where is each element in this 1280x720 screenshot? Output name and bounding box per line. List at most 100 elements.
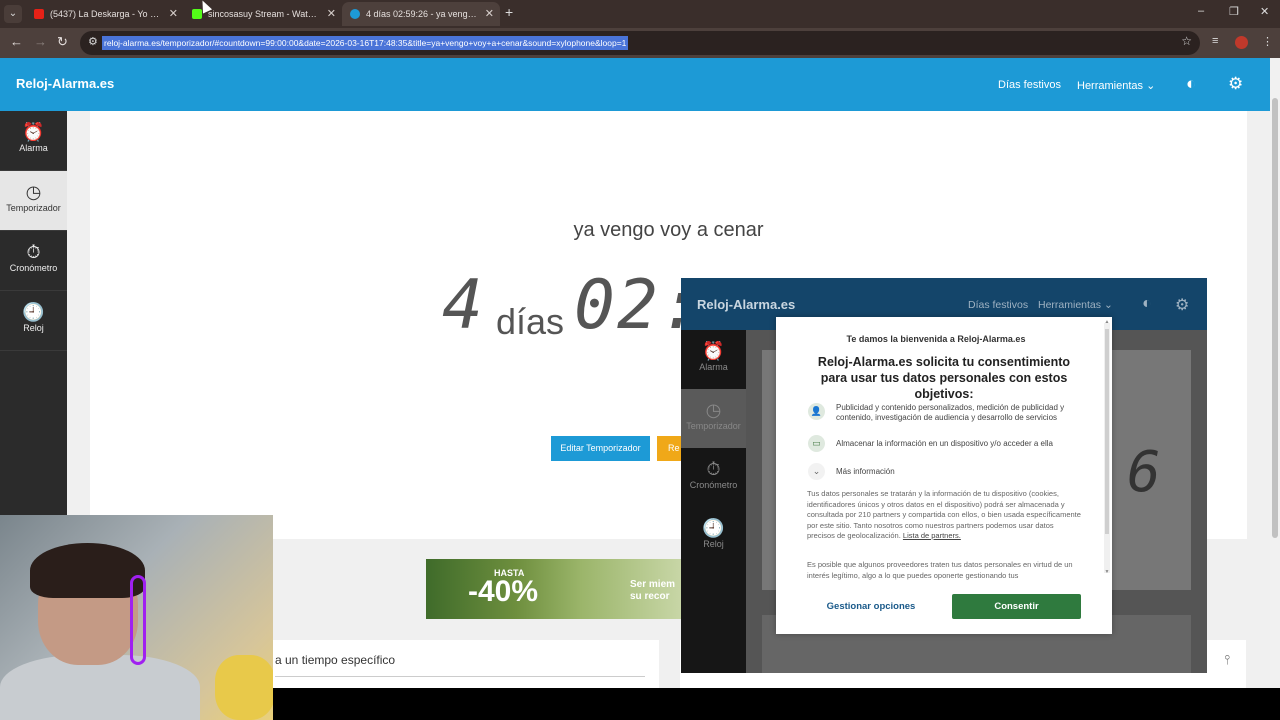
reading-list-icon[interactable]: ≡ bbox=[1212, 35, 1218, 47]
pip-nav-tools: Herramientas ⌄ bbox=[1038, 299, 1113, 311]
tab-search-icon[interactable]: ⌄ bbox=[4, 5, 22, 23]
specific-time-text: a un tiempo específico bbox=[275, 653, 396, 667]
pip-sidebar-item: ⏰ Alarma bbox=[681, 330, 746, 389]
clock-icon: 🕘 bbox=[702, 518, 725, 538]
sidebar-item-temporizador[interactable]: ◷ Temporizador bbox=[0, 171, 67, 231]
close-tab-icon[interactable]: ✕ bbox=[169, 2, 178, 26]
sidebar-item-cronometro[interactable]: ⏱ Cronómetro bbox=[0, 231, 67, 291]
consent-dialog: ▴ Te damos la bienvenida a Reloj-Alarma.… bbox=[776, 317, 1112, 634]
ad-promo-text: Ser miem su recor bbox=[630, 579, 675, 603]
sidebar-item-label: Cronómetro bbox=[9, 263, 58, 273]
webcam-background-object bbox=[215, 655, 273, 720]
edit-timer-button[interactable]: Editar Temporizador bbox=[551, 436, 650, 461]
browser-tab-active[interactable]: 4 días 02:59:26 - ya vengo voy ✕ bbox=[342, 2, 500, 26]
url-text[interactable]: reloj-alarma.es/temporizador/#countdown=… bbox=[102, 36, 629, 50]
more-info-link[interactable]: Más información bbox=[836, 467, 895, 476]
timer-title: ya vengo voy a cenar bbox=[573, 219, 764, 241]
sidebar-item-label: Temporizador bbox=[6, 203, 61, 213]
site-header: Reloj-Alarma.es Días festivos Herramient… bbox=[0, 58, 1270, 111]
stopwatch-icon: ⏱ bbox=[26, 242, 41, 262]
consent-welcome: Te damos la bienvenida a Reloj-Alarma.es bbox=[846, 334, 1026, 344]
ad-promo-line1: Ser miem bbox=[630, 579, 676, 590]
kick-favicon-icon bbox=[192, 9, 202, 19]
nav-tools-dropdown[interactable]: Herramientas ⌄ bbox=[1077, 79, 1155, 92]
ad-promo-line2: su recor bbox=[630, 591, 670, 602]
bookmark-star-icon[interactable]: ☆ bbox=[1181, 34, 1192, 48]
advertisement-banner[interactable]: HASTA -40% Ser miem su recor bbox=[426, 559, 684, 619]
theme-toggle-icon[interactable]: ◐ bbox=[1186, 74, 1196, 94]
tab-label: 4 días 02:59:26 - ya vengo voy bbox=[366, 9, 478, 19]
scroll-down-icon[interactable]: ▼ bbox=[1104, 569, 1110, 575]
page-scrollbar[interactable] bbox=[1270, 58, 1280, 688]
stopwatch-icon: ⏱ bbox=[706, 459, 721, 479]
timer-days-unit: días bbox=[496, 301, 565, 342]
consent-body-2: Es posible que algunos proveedores trate… bbox=[807, 560, 1073, 580]
clock-favicon-icon bbox=[350, 9, 360, 19]
scroll-up-icon[interactable]: ▲ bbox=[1104, 319, 1110, 325]
timer-icon: ◷ bbox=[705, 400, 722, 420]
headset-icon bbox=[130, 575, 146, 665]
browser-toolbar: ← → ↻ ⚙ reloj-alarma.es/temporizador/#co… bbox=[0, 28, 1280, 58]
nav-tools-label: Herramientas bbox=[1077, 80, 1144, 92]
timer-icon: ◷ bbox=[25, 182, 42, 202]
pip-sidebar-label: Cronómetro bbox=[689, 480, 738, 490]
close-tab-icon[interactable]: ✕ bbox=[485, 2, 494, 26]
sidebar-item-label: Alarma bbox=[19, 143, 48, 153]
person-icon: 👤 bbox=[808, 403, 825, 420]
consent-accept-button[interactable]: Consentir bbox=[952, 594, 1081, 619]
timer-days-value: 4 bbox=[442, 266, 485, 345]
gear-icon[interactable]: ⚙ bbox=[1228, 74, 1243, 94]
pip-gear-icon: ⚙ bbox=[1175, 297, 1190, 314]
close-window-button[interactable]: ✕ bbox=[1260, 5, 1269, 18]
divider bbox=[275, 676, 645, 677]
filter-settings-icon[interactable]: ⫯ bbox=[1224, 652, 1230, 668]
pip-theme-icon: ◐ bbox=[1142, 295, 1152, 312]
manage-options-button[interactable]: Gestionar opciones bbox=[816, 595, 926, 619]
webcam-overlay bbox=[0, 515, 273, 720]
address-bar[interactable]: ⚙ reloj-alarma.es/temporizador/#countdow… bbox=[80, 31, 1200, 55]
sidebar-item-alarma[interactable]: ⏰ Alarma bbox=[0, 111, 67, 171]
sidebar-item-reloj[interactable]: 🕘 Reloj bbox=[0, 291, 67, 351]
profile-avatar-icon[interactable] bbox=[1235, 36, 1248, 49]
consent-body: Tus datos personales se tratarán y la in… bbox=[807, 489, 1082, 542]
chevron-down-icon: ⌄ bbox=[1103, 299, 1113, 311]
site-logo[interactable]: Reloj-Alarma.es bbox=[16, 76, 114, 91]
consent-scroll-thumb[interactable] bbox=[1105, 329, 1109, 534]
sidebar-item-label: Reloj bbox=[23, 323, 44, 333]
back-arrow-icon[interactable]: ← bbox=[10, 34, 23, 49]
partners-list-link[interactable]: Lista de partners. bbox=[903, 531, 961, 540]
reload-icon[interactable]: ↻ bbox=[57, 34, 68, 50]
consent-title: Reloj-Alarma.es solicita tu consentimien… bbox=[817, 355, 1071, 401]
pip-site-logo: Reloj-Alarma.es bbox=[697, 297, 796, 312]
close-tab-icon[interactable]: ✕ bbox=[327, 2, 336, 26]
minimize-button[interactable]: – bbox=[1198, 5, 1204, 17]
clock-icon: 🕘 bbox=[22, 302, 45, 322]
forward-arrow-icon[interactable]: → bbox=[34, 34, 47, 49]
tab-label: (5437) La Deskarga - Yo y Tú (V bbox=[50, 9, 162, 19]
sidebar: ⏰ Alarma ◷ Temporizador ⏱ Cronómetro 🕘 R… bbox=[0, 111, 67, 516]
pip-sidebar: ⏰ Alarma ◷ Temporizador ⏱ Cronómetro 🕘 Reloj bbox=[681, 330, 746, 673]
browser-tab-youtube[interactable]: (5437) La Deskarga - Yo y Tú (V ✕ bbox=[26, 2, 184, 26]
menu-kebab-icon[interactable]: ⋮ bbox=[1262, 35, 1273, 48]
youtube-favicon-icon bbox=[34, 9, 44, 19]
device-icon: ▭ bbox=[808, 435, 825, 452]
new-tab-button[interactable]: + bbox=[505, 4, 513, 20]
consent-purpose: Publicidad y contenido personalizados, m… bbox=[836, 403, 1065, 422]
scrollbar-thumb[interactable] bbox=[1272, 98, 1278, 538]
bottom-black-bar bbox=[273, 688, 1280, 720]
pip-nav-holidays: Días festivos bbox=[968, 299, 1029, 311]
pip-sidebar-label: Temporizador bbox=[686, 421, 741, 431]
nav-holidays-link[interactable]: Días festivos bbox=[998, 79, 1061, 91]
site-info-icon[interactable]: ⚙ bbox=[88, 35, 98, 48]
alarm-clock-icon: ⏰ bbox=[22, 122, 45, 142]
pip-sidebar-label: Reloj bbox=[703, 539, 724, 549]
consent-scrollbar[interactable]: ▲ ▼ bbox=[1104, 319, 1110, 575]
chevron-down-icon[interactable]: ⌄ bbox=[808, 463, 825, 480]
pip-nav-tools-label: Herramientas bbox=[1038, 299, 1102, 311]
pip-sidebar-item: ⏱ Cronómetro bbox=[681, 448, 746, 507]
pip-sidebar-label: Alarma bbox=[699, 362, 728, 372]
pip-sidebar-item: ◷ Temporizador bbox=[681, 389, 746, 448]
consent-purpose: Almacenar la información en un dispositi… bbox=[836, 439, 1054, 448]
maximize-button[interactable]: ❐ bbox=[1229, 5, 1239, 18]
screen: ⌄ (5437) La Deskarga - Yo y Tú (V ✕ sinc… bbox=[0, 0, 1280, 720]
